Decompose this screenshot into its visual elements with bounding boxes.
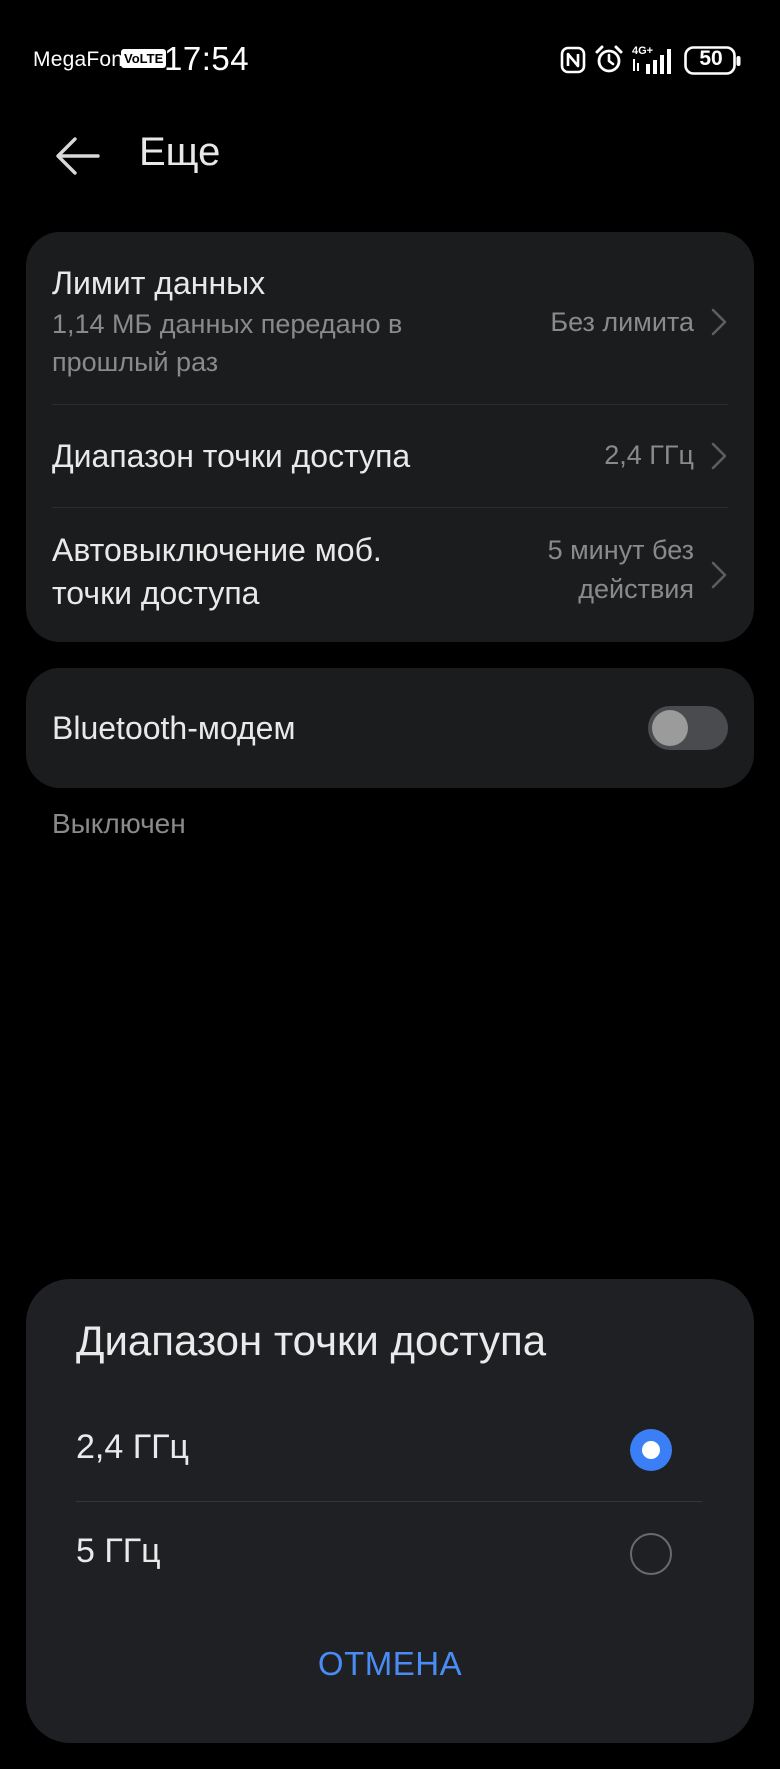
cancel-button[interactable]: ОТМЕНА bbox=[26, 1645, 754, 1683]
page-title: Еще bbox=[139, 130, 221, 174]
nfc-icon bbox=[560, 46, 586, 79]
signal-icon: 4G+ bbox=[632, 43, 678, 82]
chevron-right-icon bbox=[710, 441, 728, 471]
divider bbox=[76, 1501, 702, 1502]
battery-level: 50 bbox=[699, 47, 723, 70]
status-time: 17:54 bbox=[164, 40, 250, 77]
alarm-icon bbox=[594, 45, 624, 80]
bluetooth-status-text: Выключен bbox=[52, 808, 186, 839]
volte-badge: VoLTE bbox=[121, 49, 167, 68]
status-bar: MegaFon VoLTE 17:54 4G+ 50 bbox=[0, 0, 780, 120]
bluetooth-modem-toggle[interactable] bbox=[648, 706, 728, 750]
ap-band-value: 2,4 ГГц bbox=[604, 440, 694, 470]
option-label: 2,4 ГГц bbox=[76, 1428, 190, 1466]
auto-off-value-2: действия bbox=[578, 574, 694, 604]
toggle-knob bbox=[652, 710, 688, 746]
ap-band-dialog: Диапазон точки доступа 2,4 ГГц 5 ГГц ОТМ… bbox=[26, 1279, 754, 1743]
arrow-left-icon bbox=[54, 137, 102, 188]
auto-off-value: 5 минут без bbox=[547, 535, 694, 565]
auto-off-row[interactable]: Автовыключение моб. точки доступа 5 мину… bbox=[52, 508, 728, 642]
data-limit-value: Без лимита bbox=[550, 307, 694, 337]
ap-band-row[interactable]: Диапазон точки доступа 2,4 ГГц bbox=[52, 405, 728, 507]
auto-off-title: Автовыключение моб. bbox=[52, 532, 382, 568]
radio-selected-icon[interactable] bbox=[630, 1429, 672, 1471]
data-limit-subtitle: 1,14 МБ данных передано в bbox=[52, 309, 403, 339]
radio-unselected-icon[interactable] bbox=[630, 1533, 672, 1575]
dialog-title: Диапазон точки доступа bbox=[76, 1317, 547, 1364]
bluetooth-card: Bluetooth-модем bbox=[26, 668, 754, 788]
chevron-right-icon bbox=[710, 307, 728, 337]
ap-band-title: Диапазон точки доступа bbox=[52, 438, 411, 474]
settings-card: Лимит данных 1,14 МБ данных передано в п… bbox=[26, 232, 754, 642]
option-2-4ghz[interactable]: 2,4 ГГц bbox=[76, 1410, 702, 1490]
auto-off-title-2: точки доступа bbox=[52, 575, 260, 611]
screen: MegaFon VoLTE 17:54 4G+ 50 Еще Лимит дан… bbox=[0, 0, 780, 1769]
bluetooth-modem-title: Bluetooth-модем bbox=[52, 710, 296, 746]
svg-text:4G+: 4G+ bbox=[632, 45, 653, 57]
option-label: 5 ГГц bbox=[76, 1532, 161, 1570]
status-icons: 4G+ 50 bbox=[560, 43, 750, 79]
chevron-right-icon bbox=[710, 560, 728, 590]
carrier-name: MegaFon bbox=[33, 48, 124, 71]
data-limit-subtitle-2: прошлый раз bbox=[52, 347, 219, 377]
data-limit-row[interactable]: Лимит данных 1,14 МБ данных передано в п… bbox=[52, 262, 728, 384]
data-limit-title: Лимит данных bbox=[52, 265, 266, 301]
option-5ghz[interactable]: 5 ГГц bbox=[76, 1514, 702, 1594]
back-button[interactable] bbox=[54, 128, 106, 184]
